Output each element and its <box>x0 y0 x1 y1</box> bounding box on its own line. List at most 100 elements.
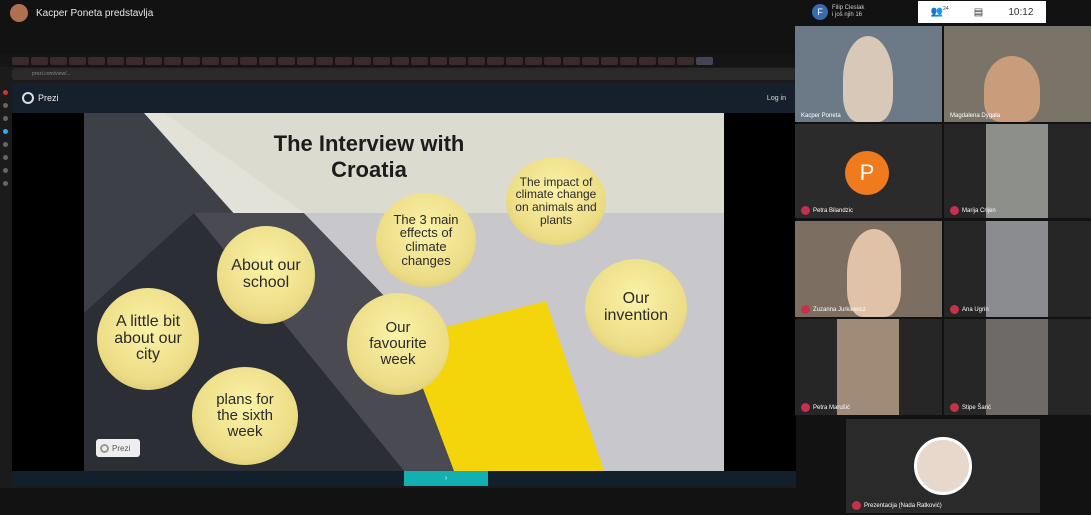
browser-tab[interactable] <box>50 56 67 65</box>
participant-tile[interactable]: Ana Ugrin <box>944 221 1091 317</box>
browser-tab[interactable] <box>563 56 580 65</box>
browser-tab[interactable] <box>639 56 656 65</box>
browser-tab[interactable] <box>449 56 466 65</box>
browser-tab[interactable] <box>354 56 371 65</box>
browser-tab[interactable] <box>601 56 618 65</box>
bubble-favourite-week-text: Our favourite week <box>369 319 427 368</box>
bubble-climate-effects[interactable]: The 3 main effects of climate changes <box>376 193 476 287</box>
participant-tile[interactable]: Zuzanna Jurkiewicz <box>795 221 942 317</box>
participant-tile[interactable]: P Petra Bilandzic <box>795 124 942 218</box>
browser-tab[interactable] <box>335 56 352 65</box>
browser-tab[interactable] <box>487 56 504 65</box>
browser-tab[interactable] <box>202 56 219 65</box>
browser-tab[interactable] <box>88 56 105 65</box>
home-icon[interactable] <box>2 103 8 108</box>
bubble-city[interactable]: A little bit about our city <box>97 288 199 390</box>
browser-tab[interactable] <box>164 56 181 65</box>
caller-sub: i još njih 16 <box>832 12 863 18</box>
clock-icon[interactable] <box>2 168 8 173</box>
browser-tab[interactable] <box>145 56 162 65</box>
shared-screen: prezi.com/view/... Prezi Log in The Inte… <box>0 54 796 488</box>
prezi-logo-text: Prezi <box>38 93 59 103</box>
call-controls: 👥24 ▤ 10:12 <box>918 1 1046 23</box>
browser-tab[interactable] <box>468 56 485 65</box>
settings-icon[interactable] <box>2 181 8 186</box>
participant-label: Stipe Šarić <box>950 403 991 412</box>
browser-tab[interactable] <box>544 56 561 65</box>
prezi-slide[interactable]: The Interview with Croatia About our sch… <box>84 113 724 471</box>
participant-label: Petra Bilandzic <box>801 206 853 215</box>
mic-muted-icon <box>801 403 810 412</box>
slide-title: The Interview with Croatia <box>273 131 465 183</box>
participant-tile[interactable]: Stipe Šarić <box>944 319 1091 415</box>
browser-tab[interactable] <box>677 56 694 65</box>
browser-tab[interactable] <box>126 56 143 65</box>
browser-tab-active[interactable] <box>696 56 713 65</box>
participant-count: 24 <box>943 6 949 13</box>
participant-tile[interactable]: Marija Crljen <box>944 124 1091 218</box>
instagram-icon[interactable] <box>2 155 8 160</box>
prezi-watermark-text: Prezi <box>112 443 131 453</box>
browser-tab[interactable] <box>373 56 390 65</box>
bubble-favourite-week[interactable]: Our favourite week <box>347 293 449 395</box>
opera-icon[interactable] <box>2 90 8 95</box>
browser-tab[interactable] <box>31 56 48 65</box>
browser-tab[interactable] <box>430 56 447 65</box>
bubble-sixth-week[interactable]: plans for the sixth week <box>192 367 298 465</box>
whatsapp-icon[interactable] <box>2 142 8 147</box>
star-icon[interactable] <box>2 116 8 121</box>
mic-muted-icon <box>852 501 861 510</box>
login-link[interactable]: Log in <box>767 95 786 102</box>
presentation-canvas: The Interview with Croatia About our sch… <box>12 113 796 471</box>
next-arrow-icon: › <box>444 475 448 482</box>
presenter-avatar <box>10 4 28 22</box>
participant-video <box>986 221 1048 317</box>
browser-tab[interactable] <box>411 56 428 65</box>
participant-label: Zuzanna Jurkiewicz <box>801 305 866 314</box>
browser-tab[interactable] <box>506 56 523 65</box>
browser-tab[interactable] <box>278 56 295 65</box>
participant-tile[interactable]: Magdalena Dygała <box>944 26 1091 122</box>
browser-tab[interactable] <box>297 56 314 65</box>
caller-name: Filip Cieslak <box>832 5 865 12</box>
browser-tab[interactable] <box>240 56 257 65</box>
participant-video <box>837 319 899 415</box>
participant-tile[interactable]: Kacper Poneta <box>795 26 942 122</box>
browser-tab[interactable] <box>183 56 200 65</box>
browser-tab[interactable] <box>620 56 637 65</box>
browser-tabstrip <box>0 54 796 67</box>
browser-tab[interactable] <box>12 56 29 65</box>
participant-name: Marija Crljen <box>962 207 996 214</box>
address-text: prezi.com/view/... <box>32 71 71 77</box>
prezi-logo[interactable]: Prezi <box>22 92 59 104</box>
browser-tab[interactable] <box>316 56 333 65</box>
bubble-city-text: A little bit about our city <box>114 312 182 364</box>
bubble-school[interactable]: About our school <box>217 226 315 324</box>
browser-tab[interactable] <box>525 56 542 65</box>
browser-tab[interactable] <box>392 56 409 65</box>
participant-label: Ana Ugrin <box>950 305 989 314</box>
address-bar[interactable]: prezi.com/view/... <box>12 68 796 80</box>
messenger-icon[interactable] <box>2 129 8 134</box>
browser-tab[interactable] <box>69 56 86 65</box>
participant-name: Zuzanna Jurkiewicz <box>813 306 866 313</box>
participant-label: Kacper Poneta <box>801 113 841 119</box>
participant-name: Kacper Poneta <box>801 113 841 119</box>
participant-label: Magdalena Dygała <box>950 113 1000 119</box>
browser-tab[interactable] <box>658 56 675 65</box>
participant-video <box>843 36 893 122</box>
presentation-tile[interactable]: Prezentacija (Nada Ratković) <box>846 419 1040 513</box>
participants-button[interactable]: 👥24 <box>931 6 949 17</box>
next-button[interactable]: › <box>404 471 488 486</box>
bubble-climate-impact[interactable]: The impact of climate change on animals … <box>506 157 606 245</box>
browser-tab[interactable] <box>221 56 238 65</box>
browser-tab[interactable] <box>259 56 276 65</box>
bubble-school-text: About our school <box>231 257 301 291</box>
chat-icon[interactable]: ▤ <box>974 7 983 18</box>
participant-tile[interactable]: Petra Marušić <box>795 319 942 415</box>
browser-tab[interactable] <box>107 56 124 65</box>
people-icon: 👥 <box>930 6 944 18</box>
participant-name: Petra Marušić <box>813 404 851 411</box>
browser-tab[interactable] <box>582 56 599 65</box>
bubble-invention[interactable]: Our invention <box>585 259 687 357</box>
